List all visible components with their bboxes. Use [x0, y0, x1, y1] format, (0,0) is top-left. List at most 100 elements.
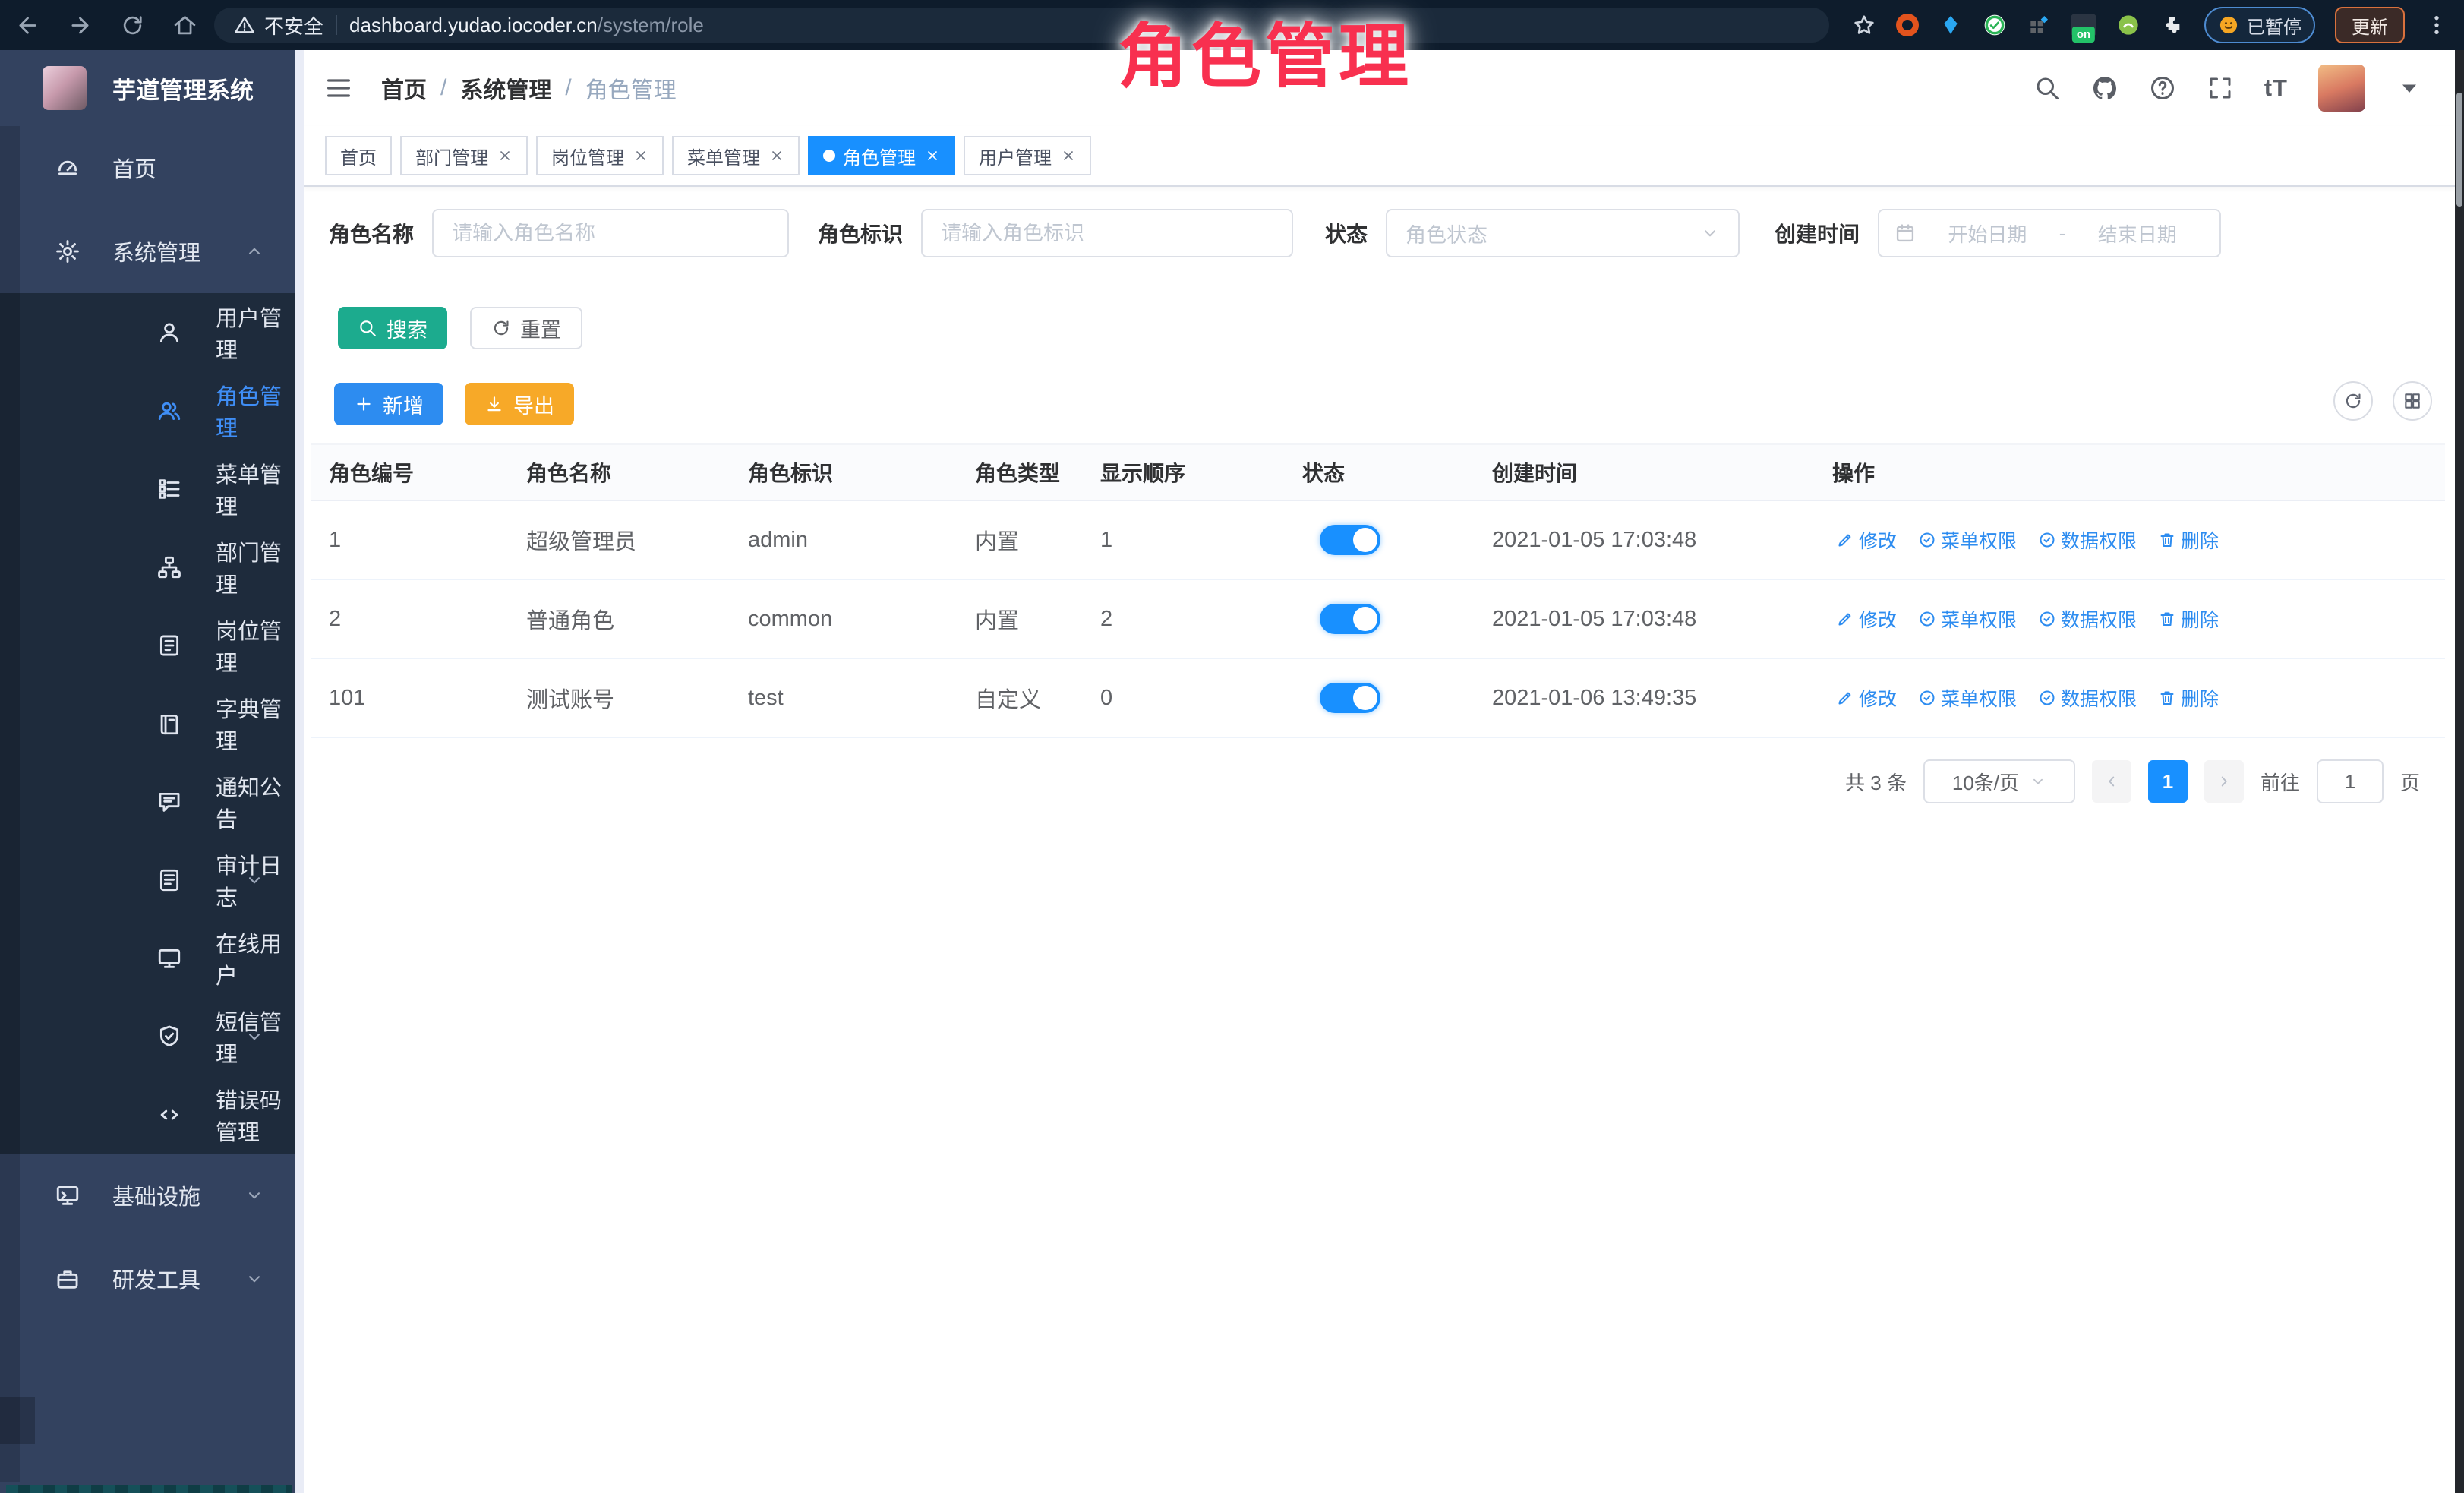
sidebar-item[interactable]: 研发工具 [0, 1237, 295, 1321]
browser-update-button[interactable]: 更新 [2335, 7, 2405, 43]
total-count-label: 共 3 条 [1845, 768, 1907, 796]
edit-action[interactable]: 修改 [1836, 526, 1897, 554]
sidebar-menu: 首页系统管理用户管理角色管理菜单管理部门管理岗位管理字典管理通知公告审计日志在线… [0, 126, 295, 1321]
sidebar-scrollbar-thumb[interactable] [0, 1397, 35, 1444]
toggle-knob [1353, 607, 1377, 631]
search-button[interactable]: 搜索 [338, 307, 447, 349]
back-icon[interactable] [15, 13, 40, 38]
sidebar-item[interactable]: 部门管理 [0, 528, 295, 606]
sidebar-item[interactable]: 菜单管理 [0, 450, 295, 528]
role-code-input[interactable] [921, 209, 1293, 257]
sidebar-item[interactable]: 首页 [0, 126, 295, 210]
sidebar-item[interactable]: 错误码管理 [0, 1075, 295, 1154]
fullscreen-icon[interactable] [2207, 74, 2234, 102]
menu-permission-action[interactable]: 菜单权限 [1918, 684, 2017, 712]
paused-profile-chip[interactable]: 已暂停 [2204, 7, 2315, 43]
start-date-placeholder[interactable]: 开始日期 [1920, 219, 2055, 248]
audit-log-icon [156, 867, 182, 893]
cell-role-code: common [730, 607, 958, 632]
page-scrollbar[interactable] [2455, 50, 2464, 1493]
sidebar-item[interactable]: 字典管理 [0, 684, 295, 762]
menu-permission-action[interactable]: 菜单权限 [1918, 526, 2017, 554]
reset-button[interactable]: 重置 [470, 307, 582, 349]
avatar[interactable] [2318, 65, 2365, 112]
close-icon[interactable] [497, 148, 513, 163]
close-icon[interactable] [1061, 148, 1076, 163]
delete-icon [2158, 689, 2176, 707]
breadcrumb-item[interactable]: 系统管理 [460, 71, 551, 105]
extension-switch-icon[interactable]: on [2071, 14, 2096, 36]
sidebar-item[interactable]: 基础设施 [0, 1154, 295, 1237]
menu-permission-action[interactable]: 菜单权限 [1918, 605, 2017, 633]
data-permission-action[interactable]: 数据权限 [2038, 526, 2137, 554]
sidebar-item[interactable]: 用户管理 [0, 293, 295, 371]
home-icon[interactable] [172, 13, 197, 38]
sidebar-item[interactable]: 在线用户 [0, 919, 295, 997]
reload-icon[interactable] [120, 13, 145, 38]
goto-page-input[interactable] [2317, 759, 2384, 803]
bookmark-star-icon[interactable] [1852, 13, 1876, 37]
tab-item[interactable]: 部门管理 [400, 136, 528, 175]
breadcrumb-item[interactable]: 首页 [381, 71, 427, 105]
status-select[interactable]: 角色状态 [1386, 209, 1740, 257]
delete-action[interactable]: 删除 [2158, 684, 2219, 712]
page-scrollbar-thumb[interactable] [2456, 93, 2462, 207]
tab-item[interactable]: 菜单管理 [672, 136, 800, 175]
sidebar-item[interactable]: 岗位管理 [0, 606, 295, 684]
add-button[interactable]: 新增 [334, 383, 443, 425]
extension-grid-icon[interactable] [2027, 13, 2051, 37]
sidebar-item[interactable]: 通知公告 [0, 762, 295, 841]
page-size-select[interactable]: 10条/页 [1923, 759, 2075, 803]
tab-item[interactable]: 用户管理 [964, 136, 1091, 175]
data-permission-action[interactable]: 数据权限 [2038, 684, 2137, 712]
help-icon[interactable] [2149, 74, 2176, 102]
next-page-button[interactable] [2204, 760, 2244, 803]
sidebar-item[interactable]: 短信管理 [0, 997, 295, 1075]
edit-action[interactable]: 修改 [1836, 684, 1897, 712]
status-toggle[interactable] [1320, 683, 1380, 713]
extension-gem-icon[interactable] [1939, 13, 1963, 37]
data-permission-action[interactable]: 数据权限 [2038, 605, 2137, 633]
tab-item[interactable]: 首页 [325, 136, 392, 175]
extensions-puzzle-icon[interactable] [2160, 13, 2185, 37]
breadcrumb: 首页/系统管理/角色管理 [381, 71, 677, 105]
status-toggle[interactable] [1320, 604, 1380, 634]
app-logo[interactable]: 芋道管理系统 [0, 50, 295, 126]
hamburger-icon[interactable] [323, 73, 354, 103]
role-name-input[interactable] [432, 209, 789, 257]
edit-action[interactable]: 修改 [1836, 605, 1897, 633]
close-icon[interactable] [769, 148, 784, 163]
sidebar-item[interactable]: 审计日志 [0, 841, 295, 919]
search-icon[interactable] [2033, 74, 2061, 102]
extension-green-check-icon[interactable] [1983, 13, 2007, 37]
sidebar-scrollbar[interactable] [0, 126, 20, 1482]
end-date-placeholder[interactable]: 结束日期 [2070, 219, 2204, 248]
page-unit-label: 页 [2400, 768, 2420, 796]
close-icon[interactable] [633, 148, 648, 163]
create-time-range-picker[interactable]: 开始日期 - 结束日期 [1878, 209, 2221, 257]
tab-active[interactable]: 角色管理 [808, 136, 955, 175]
search-button-label: 搜索 [386, 314, 427, 343]
browser-menu-icon[interactable] [2425, 13, 2449, 37]
delete-action[interactable]: 删除 [2158, 526, 2219, 554]
pagination: 共 3 条 10条/页 1 前往 页 [1845, 759, 2420, 803]
caret-down-icon[interactable] [2396, 74, 2423, 102]
sidebar-item[interactable]: 角色管理 [0, 371, 295, 450]
screen: 不安全 dashboard.yudao.iocoder.cn /system/r… [0, 0, 2464, 1493]
prev-page-button[interactable] [2092, 760, 2131, 803]
tab-item[interactable]: 岗位管理 [536, 136, 664, 175]
column-settings-button[interactable] [2393, 381, 2432, 421]
status-toggle[interactable] [1320, 525, 1380, 555]
extension-orange-icon[interactable] [1896, 14, 1919, 36]
delete-action[interactable]: 删除 [2158, 605, 2219, 633]
sidebar-item[interactable]: 系统管理 [0, 210, 295, 293]
address-bar[interactable]: 不安全 dashboard.yudao.iocoder.cn /system/r… [214, 8, 1829, 43]
extension-green-blob-icon[interactable] [2116, 13, 2141, 37]
github-icon[interactable] [2091, 74, 2119, 102]
forward-icon[interactable] [68, 13, 93, 38]
export-button[interactable]: 导出 [465, 383, 574, 425]
page-number-button[interactable]: 1 [2148, 760, 2188, 803]
close-icon[interactable] [925, 148, 940, 163]
font-size-icon[interactable]: tT [2264, 74, 2288, 102]
refresh-table-button[interactable] [2333, 381, 2373, 421]
